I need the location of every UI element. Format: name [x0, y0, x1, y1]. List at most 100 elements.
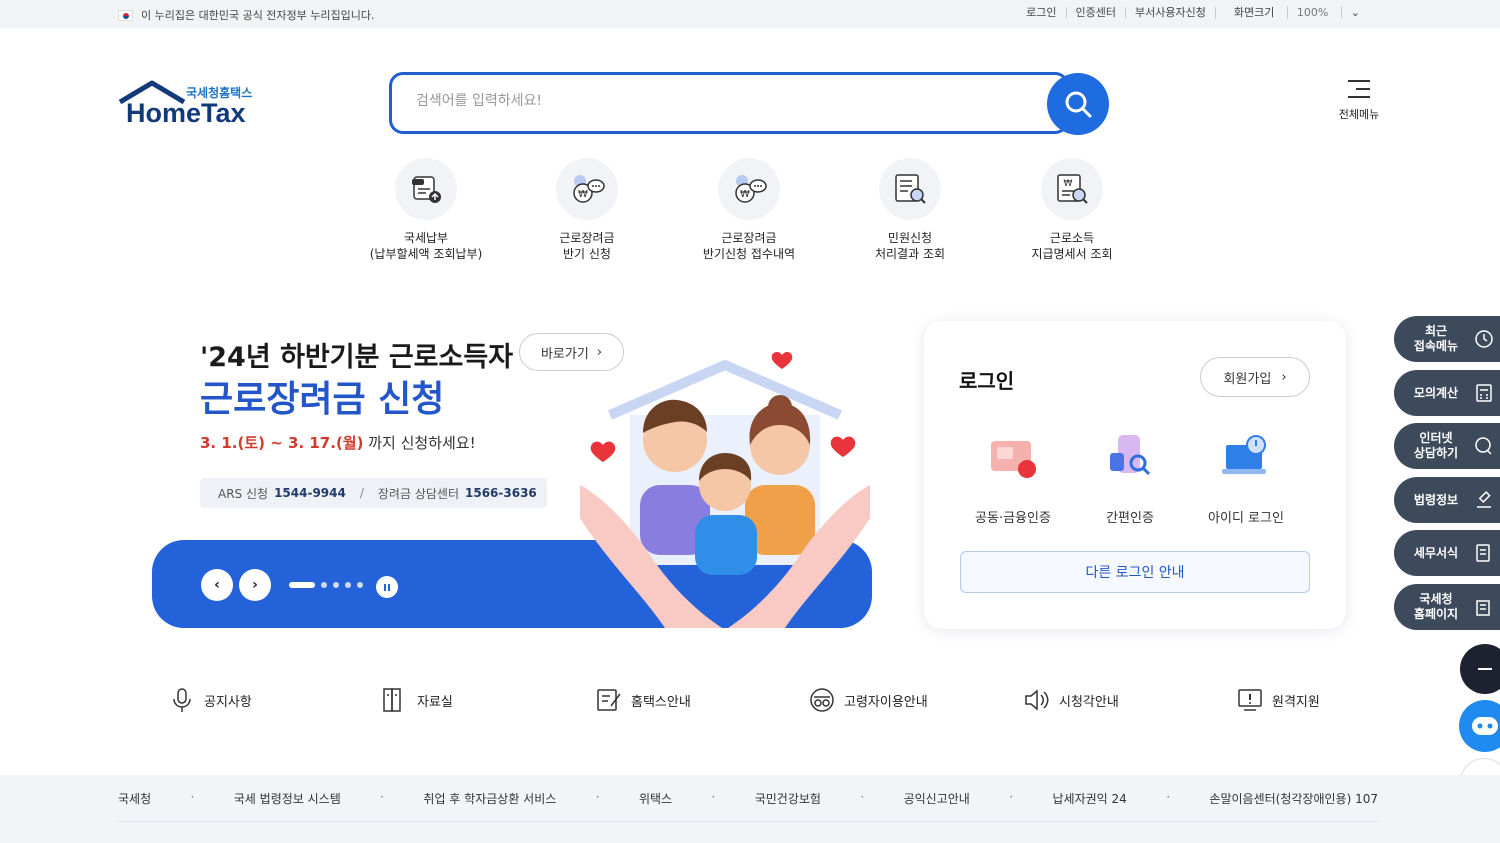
- util-dept-user-link[interactable]: 부서사용자신청: [1125, 7, 1215, 19]
- util-login-link[interactable]: 로그인: [1017, 7, 1065, 19]
- senior-icon: [810, 688, 834, 712]
- svg-text:₩: ₩: [578, 189, 588, 200]
- search-button[interactable]: [1047, 73, 1109, 135]
- quick-menu-civil-result[interactable]: 민원신청 처리결과 조회: [845, 158, 975, 262]
- banner-dot[interactable]: [333, 582, 339, 588]
- quick-menu-label-1: 민원신청: [887, 231, 933, 245]
- footer-divider: ·: [595, 790, 600, 804]
- login-cert-option[interactable]: 공동·금융인증: [958, 431, 1068, 526]
- util-cert-center-link[interactable]: 인증센터: [1065, 7, 1125, 19]
- banner-dot[interactable]: [289, 582, 315, 588]
- collapse-side-button[interactable]: [1460, 644, 1500, 694]
- gov-notice-text: 이 누리집은 대한민국 공식 전자정부 누리집입니다.: [141, 9, 375, 22]
- chatbot-button[interactable]: [1459, 700, 1500, 752]
- remote-monitor-icon: [1238, 689, 1262, 711]
- quick-menu-wage-statement[interactable]: ₩ 근로소득 지급명세서 조회: [1007, 158, 1137, 262]
- clock-icon: [1475, 330, 1493, 348]
- footer-divider: ·: [380, 790, 384, 804]
- login-title: 로그인: [959, 369, 1015, 393]
- zoom-control[interactable]: 화면크기 100% ⌄: [1214, 6, 1378, 19]
- quick-menu-eitc-history[interactable]: ₩ 근로장려금 반기신청 접수내역: [684, 158, 814, 262]
- side-nts-home-label: 국세청 홈페이지: [1413, 592, 1459, 621]
- money-chat-icon: ₩: [718, 158, 780, 220]
- logo-main: HomeTax: [126, 98, 246, 128]
- banner-period: 3. 1.(토) ~ 3. 17.(월) 까지 신청하세요!: [200, 432, 476, 453]
- zoom-label: 화면크기: [1233, 6, 1275, 19]
- footer-link[interactable]: 손말이음센터(청각장애인용) 107: [1209, 790, 1378, 807]
- side-calculator-button[interactable]: 모의계산: [1394, 370, 1500, 416]
- footer-links-bar: 국세청 · 국세 법령정보 시스템 · 취업 후 학자금상환 서비스 · 위택스…: [0, 775, 1500, 843]
- quick-menu-label-1: 국세납부: [403, 231, 449, 245]
- footer-divider: ·: [711, 790, 716, 804]
- footer-divider: ·: [190, 790, 195, 804]
- search-icon: [1065, 91, 1092, 118]
- bottom-menu-remote-support[interactable]: 원격지원: [1236, 686, 1320, 714]
- footer-links: 국세청 · 국세 법령정보 시스템 · 취업 후 학자금상환 서비스 · 위택스…: [118, 790, 1378, 807]
- quick-menu-tax-payment[interactable]: 국세납부 (납부할세액 조회납부): [361, 158, 491, 262]
- bottom-menu-label: 원격지원: [1272, 694, 1320, 710]
- side-calculator-label: 모의계산: [1413, 385, 1459, 400]
- all-menu-button[interactable]: 전체메뉴: [1332, 80, 1386, 122]
- korea-flag-icon: [118, 9, 133, 21]
- login-cert-label: 공동·금융인증: [975, 511, 1051, 526]
- center-label: 장려금 상담센터: [377, 486, 459, 501]
- chevron-down-icon: ⌄: [1340, 6, 1369, 19]
- login-simple-label: 간편인증: [1106, 511, 1154, 526]
- side-consult-button[interactable]: 인터넷 상담하기: [1394, 423, 1500, 469]
- other-login-button[interactable]: 다른 로그인 안내: [960, 551, 1310, 593]
- bottom-menu-senior[interactable]: 고령자이용안내: [808, 686, 928, 714]
- document-search-icon: [879, 158, 941, 220]
- footer-link[interactable]: 공익신고안내: [904, 790, 970, 807]
- signup-button[interactable]: 회원가입 ›: [1200, 357, 1310, 397]
- side-law-label: 법령정보: [1413, 492, 1459, 507]
- side-nts-home-button[interactable]: 국세청 홈페이지: [1394, 584, 1500, 630]
- banner-contact-bar: ARS 신청 1544-9944 / 장려금 상담센터 1566-3636: [200, 478, 547, 508]
- footer-divider: ·: [1009, 790, 1014, 804]
- hometax-logo[interactable]: 국세청홈택스 HomeTax: [118, 80, 268, 130]
- login-simple-option[interactable]: 간편인증: [1075, 431, 1185, 526]
- footer-divider: ·: [860, 790, 865, 804]
- footer-link[interactable]: 취업 후 학자금상환 서비스: [423, 790, 556, 807]
- banner-dot[interactable]: [357, 582, 363, 588]
- banner-next-button[interactable]: ›: [239, 569, 271, 601]
- search-box: [389, 72, 1069, 134]
- microphone-icon: [173, 688, 191, 712]
- banner-period-dates: 3. 1.(토) ~ 3. 17.(월): [200, 434, 364, 452]
- statement-search-icon: ₩: [1041, 158, 1103, 220]
- bottom-menu-guide[interactable]: 홈택스안내: [595, 686, 691, 714]
- bottom-menu-accessibility[interactable]: 시청각안내: [1023, 686, 1119, 714]
- bottom-menu-notice[interactable]: 공지사항: [168, 686, 252, 714]
- side-law-button[interactable]: 법령정보: [1394, 477, 1500, 523]
- all-menu-label: 전체메뉴: [1338, 108, 1380, 121]
- side-consult-label: 인터넷 상담하기: [1413, 431, 1459, 460]
- gov-notice: 이 누리집은 대한민국 공식 전자정부 누리집입니다.: [118, 7, 375, 23]
- side-recent-menu-button[interactable]: 최근 접속메뉴: [1394, 316, 1500, 362]
- side-form-button[interactable]: 세무서식: [1394, 530, 1500, 576]
- login-id-option[interactable]: 아이디 로그인: [1191, 431, 1301, 526]
- quick-menu-label-2: (납부할세액 조회납부): [369, 247, 483, 261]
- banner-dot[interactable]: [321, 582, 327, 588]
- side-recent-label: 최근 접속메뉴: [1413, 324, 1459, 353]
- chevron-left-icon: ‹: [214, 577, 220, 593]
- quick-menu-label-2: 반기 신청: [563, 247, 611, 261]
- center-number: 1566-3636: [465, 486, 537, 500]
- footer-link[interactable]: 위택스: [639, 790, 672, 807]
- footer-link[interactable]: 국민건강보험: [755, 790, 821, 807]
- quick-menu-eitc-apply[interactable]: ₩ 근로장려금 반기 신청: [522, 158, 652, 262]
- banner-prev-button[interactable]: ‹: [201, 569, 233, 601]
- login-id-label: 아이디 로그인: [1208, 511, 1284, 526]
- footer-link[interactable]: 국세 법령정보 시스템: [234, 790, 341, 807]
- footer-link[interactable]: 납세자권익 24: [1052, 790, 1126, 807]
- banner-pause-button[interactable]: [376, 576, 398, 598]
- banner-dot[interactable]: [345, 582, 351, 588]
- gov-bar: 이 누리집은 대한민국 공식 전자정부 누리집입니다. 로그인 인증센터 부서사…: [0, 0, 1500, 28]
- search-input[interactable]: [416, 93, 1016, 109]
- side-form-label: 세무서식: [1413, 545, 1459, 560]
- zoom-value: 100%: [1286, 6, 1338, 19]
- quick-menu-label-1: 근로소득: [1049, 231, 1095, 245]
- chat-icon: [1475, 437, 1492, 455]
- bottom-menu-archive[interactable]: 자료실: [381, 686, 453, 714]
- quick-menu-label-2: 처리결과 조회: [874, 247, 946, 261]
- archive-icon: [383, 688, 401, 712]
- footer-link[interactable]: 국세청: [118, 790, 151, 807]
